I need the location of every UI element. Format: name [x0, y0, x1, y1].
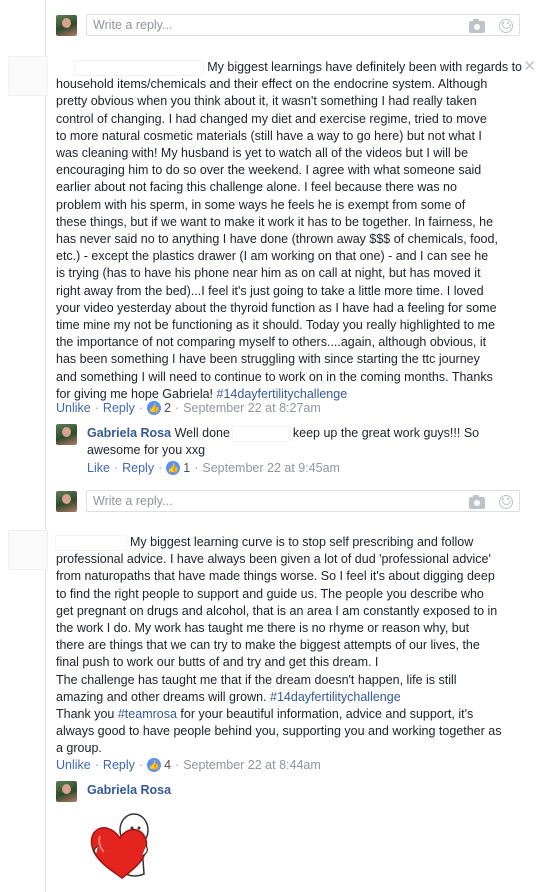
hashtag-link[interactable]: #teamrosa: [118, 707, 177, 721]
redacted-name: [56, 535, 126, 550]
like-count[interactable]: 4: [164, 758, 171, 772]
reply-composer-top: Write a reply...: [56, 12, 520, 38]
like-icon: 👍: [147, 758, 162, 772]
close-icon[interactable]: ✕: [523, 57, 536, 75]
reply-button[interactable]: Reply: [103, 758, 135, 772]
redacted-name: [75, 60, 204, 75]
reply-input[interactable]: Write a reply...: [86, 490, 520, 512]
like-icon: 👍: [166, 461, 181, 475]
avatar: [56, 490, 77, 512]
avatar[interactable]: [8, 56, 48, 96]
reply-actions: Like · Reply · 👍 1 · September 22 at 9:45am: [87, 461, 340, 475]
avatar[interactable]: [56, 424, 77, 445]
emoji-icon[interactable]: [499, 495, 513, 509]
reply-button[interactable]: Reply: [103, 401, 135, 415]
like-count[interactable]: 1: [183, 461, 190, 475]
reply-button[interactable]: Reply: [122, 461, 154, 475]
avatar: [56, 14, 77, 36]
avatar[interactable]: [56, 781, 77, 802]
author-name[interactable]: Gabriela Rosa: [87, 783, 171, 797]
like-button[interactable]: Like: [87, 461, 110, 475]
reply-input[interactable]: Write a reply...: [86, 14, 520, 36]
hashtag-link[interactable]: #14dayfertilitychallenge: [217, 387, 348, 401]
unlike-button[interactable]: Unlike: [56, 758, 91, 772]
comment-actions: Unlike · Reply · 👍 4 · September 22 at 8:44a…: [56, 758, 321, 772]
reply-placeholder: Write a reply...: [93, 494, 173, 508]
comment-text: My biggest learning curve is to stop sel…: [56, 535, 502, 756]
hashtag-link[interactable]: #14dayfertilitychallenge: [270, 690, 401, 704]
timestamp[interactable]: September 22 at 9:45am: [202, 461, 340, 475]
comment-actions: Unlike · Reply · 👍 2 · September 22 at 8:27a…: [56, 401, 321, 415]
camera-icon[interactable]: [469, 494, 485, 509]
avatar[interactable]: [8, 530, 48, 570]
camera-icon[interactable]: [469, 18, 485, 33]
like-icon: 👍: [147, 401, 162, 415]
heart-hug-sticker: [90, 813, 149, 879]
comment-text: My biggest learnings have definitely bee…: [56, 60, 522, 401]
emoji-icon[interactable]: [499, 19, 513, 33]
reply-composer: Write a reply...: [56, 488, 520, 514]
reply-text: Gabriela Rosa: [87, 782, 387, 799]
thread-rail: [45, 0, 46, 892]
timestamp[interactable]: September 22 at 8:27am: [183, 401, 321, 415]
redacted-name: [233, 426, 290, 441]
timestamp[interactable]: September 22 at 8:44am: [183, 758, 321, 772]
unlike-button[interactable]: Unlike: [56, 401, 91, 415]
reply-text: Gabriela Rosa Well done keep up the grea…: [87, 426, 480, 458]
reply-placeholder: Write a reply...: [93, 18, 173, 32]
like-count[interactable]: 2: [164, 401, 171, 415]
author-name[interactable]: Gabriela Rosa: [87, 426, 171, 440]
